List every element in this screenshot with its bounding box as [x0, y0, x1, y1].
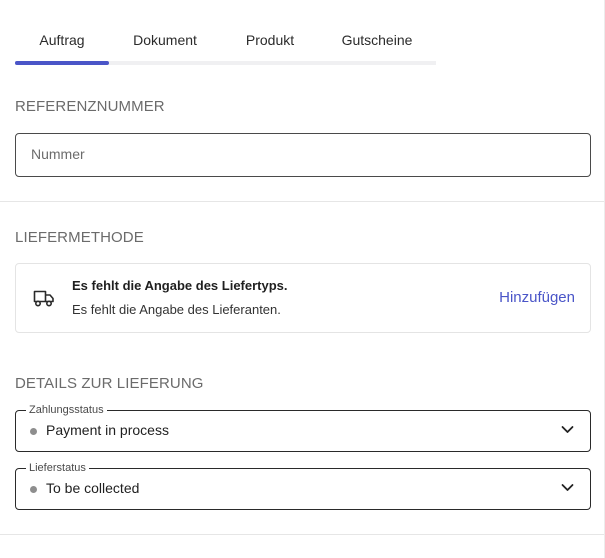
delivery-details-section-title: DETAILS ZUR LIEFERUNG: [15, 375, 204, 392]
add-delivery-method-link[interactable]: Hinzufügen: [499, 289, 575, 306]
chevron-down-icon: [561, 426, 574, 433]
tab-label: Dokument: [133, 32, 197, 48]
tab-label: Auftrag: [39, 32, 85, 48]
missing-supplier-text: Es fehlt die Angabe des Lieferanten.: [72, 302, 281, 317]
delivery-status-value: To be collected: [46, 480, 140, 496]
reference-number-input[interactable]: [31, 134, 571, 174]
payment-status-value: Payment in process: [46, 422, 169, 438]
truck-icon: [33, 290, 54, 307]
tab-gutscheine[interactable]: Gutscheine: [331, 23, 423, 61]
tab-dokument[interactable]: Dokument: [117, 23, 213, 61]
delivery-method-section-title: LIEFERMETHODE: [15, 229, 144, 246]
payment-status-select[interactable]: Zahlungsstatus Payment in process: [15, 403, 591, 452]
section-divider: [0, 534, 604, 535]
section-divider: [0, 201, 604, 202]
tab-auftrag[interactable]: Auftrag: [15, 23, 109, 65]
payment-status-label: Zahlungsstatus: [26, 403, 107, 417]
delivery-method-card: Es fehlt die Angabe des Liefertyps. Es f…: [15, 263, 591, 333]
missing-delivery-type-text: Es fehlt die Angabe des Liefertyps.: [72, 278, 288, 293]
tab-bar: Auftrag Dokument Produkt Gutscheine: [15, 23, 436, 65]
active-tab-indicator: [15, 61, 109, 65]
chevron-down-icon: [561, 484, 574, 491]
reference-section-title: REFERENZNUMMER: [15, 98, 165, 115]
tab-label: Gutscheine: [341, 32, 413, 48]
tab-produkt[interactable]: Produkt: [229, 23, 311, 61]
delivery-status-select[interactable]: Lieferstatus To be collected: [15, 461, 591, 510]
status-dot-icon: [30, 486, 37, 493]
delivery-status-label: Lieferstatus: [26, 461, 89, 475]
reference-number-field: [15, 133, 591, 177]
tab-label: Produkt: [245, 32, 295, 48]
status-dot-icon: [30, 428, 37, 435]
